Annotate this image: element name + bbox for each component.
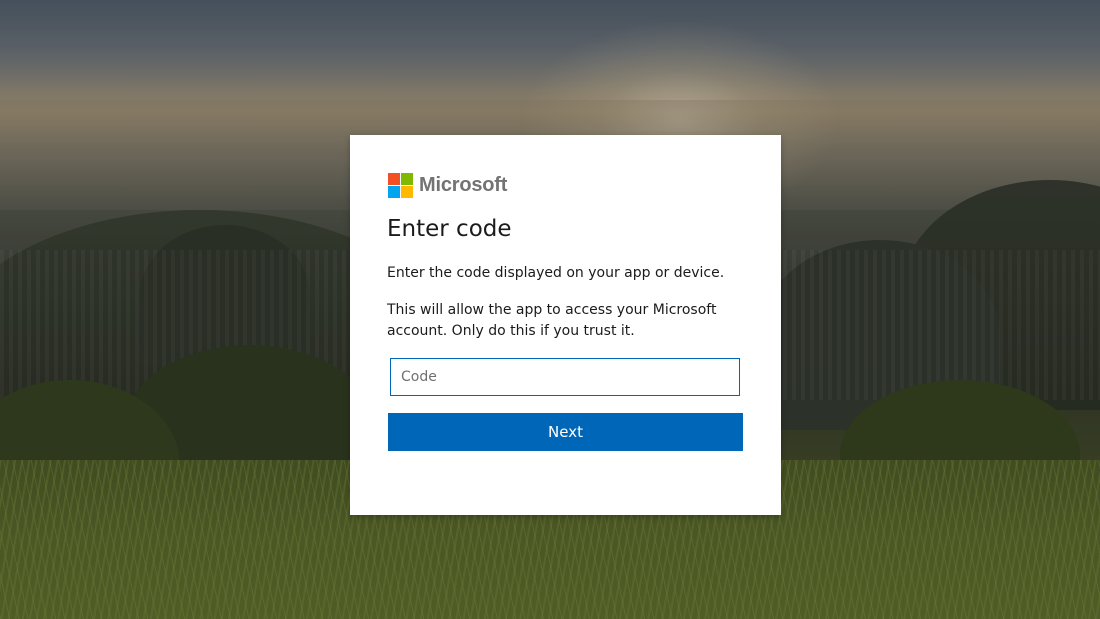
code-input[interactable] (390, 358, 740, 396)
logo-square-red (388, 173, 400, 185)
sign-in-card: Microsoft Enter code Enter the code disp… (350, 135, 781, 515)
warning-text: This will allow the app to access your M… (387, 302, 717, 339)
logo-square-green (401, 173, 413, 185)
instruction-text: Enter the code displayed on your app or … (387, 265, 725, 281)
logo-wordmark: Microsoft (419, 174, 508, 196)
page-title: Enter code (387, 216, 512, 242)
microsoft-logo: Microsoft (388, 173, 507, 198)
logo-square-blue (388, 186, 400, 198)
microsoft-squares-icon (388, 173, 413, 198)
logo-square-yellow (401, 186, 413, 198)
next-button[interactable]: Next (388, 413, 743, 451)
